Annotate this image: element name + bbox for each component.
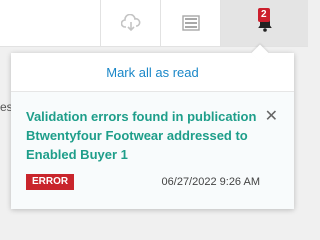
list-view-button[interactable] (160, 0, 220, 46)
close-icon[interactable]: ✕ (265, 109, 278, 125)
notification-message[interactable]: Validation errors found in publication B… (26, 107, 261, 164)
status-badge: ERROR (26, 174, 75, 190)
notification-timestamp: 06/27/2022 9:26 AM (161, 176, 260, 188)
notification-item[interactable]: Validation errors found in publication B… (11, 92, 294, 209)
list-icon (181, 15, 200, 31)
cloud-download-button[interactable] (100, 0, 160, 46)
notifications-button[interactable]: 2 (220, 0, 308, 46)
notifications-dropdown: Mark all as read Validation errors found… (11, 53, 294, 209)
top-toolbar: 2 (0, 0, 308, 47)
mark-all-as-read-link[interactable]: Mark all as read (11, 65, 294, 80)
notification-count-badge: 2 (258, 8, 270, 22)
cloud-download-icon (120, 14, 140, 32)
